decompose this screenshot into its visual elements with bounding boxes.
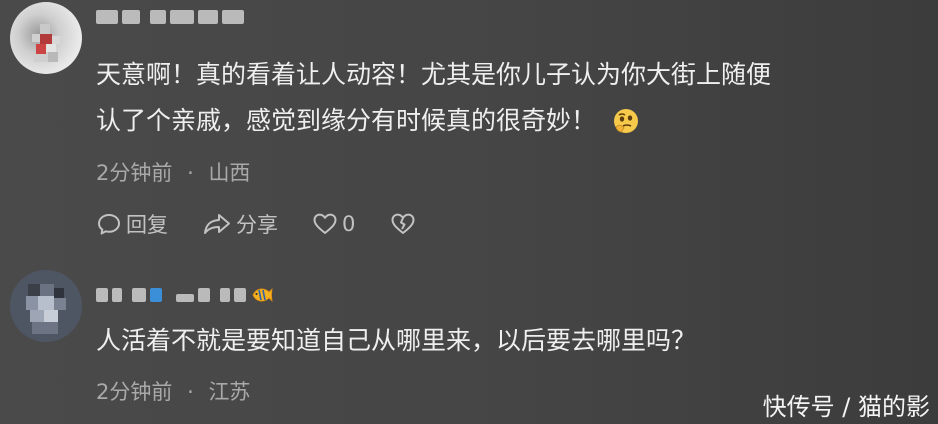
reply-icon <box>98 214 120 235</box>
broken-heart-icon <box>391 213 415 234</box>
comment-meta: 2分钟前 · 江苏 <box>96 376 250 406</box>
comment-time: 2分钟前 <box>96 380 173 404</box>
username-blur <box>170 10 194 24</box>
comment-text-line-content: 认了个亲戚，感觉到缘分有时候真的很奇妙！ <box>96 106 597 135</box>
share-label: 分享 <box>236 213 278 237</box>
username-blur <box>150 288 162 302</box>
username-blur <box>150 10 166 24</box>
username[interactable] <box>96 284 274 306</box>
username-blur <box>198 10 218 24</box>
username-blur <box>222 10 244 24</box>
username-blur <box>176 294 194 302</box>
username-blur <box>122 10 140 24</box>
share-icon <box>204 214 230 234</box>
username[interactable] <box>96 6 244 28</box>
meta-separator: · <box>187 161 194 185</box>
comment-text-line: 认了个亲戚，感觉到缘分有时候真的很奇妙！ <box>96 98 771 144</box>
reply-label: 回复 <box>126 213 168 237</box>
comment-location: 山西 <box>208 161 251 185</box>
comment-text-line: 天意啊！真的看着让人动容！尤其是你儿子认为你大街上随便 <box>96 60 772 89</box>
comment-item: 天意啊！真的看着让人动容！尤其是你儿子认为你大街上随便 认了个亲戚，感觉到缘分有… <box>0 0 938 250</box>
comment-text: 人活着不就是要知道自己从哪里来，以后要去哪里吗？ <box>96 318 696 364</box>
meta-separator: · <box>187 380 194 404</box>
heart-icon <box>313 213 337 234</box>
watermark: 快传号 / 猫的影 <box>762 393 930 421</box>
username-blur <box>132 288 146 302</box>
username-blur <box>220 288 230 302</box>
username-blur <box>234 288 246 302</box>
comment-location: 江苏 <box>208 380 251 404</box>
username-blur <box>112 288 122 302</box>
share-button[interactable]: 分享 <box>202 209 312 239</box>
thinking-face-emoji-icon <box>614 109 639 133</box>
username-blur <box>96 288 108 302</box>
comment-text-line: 人活着不就是要知道自己从哪里来，以后要去哪里吗？ <box>96 326 697 355</box>
avatar[interactable] <box>10 270 82 342</box>
comment-time: 2分钟前 <box>96 161 173 185</box>
username-blur <box>96 10 118 24</box>
avatar[interactable] <box>10 2 82 74</box>
comment-actions: 回复 分享 0 <box>96 210 416 238</box>
comment-meta: 2分钟前 · 山西 <box>96 157 250 187</box>
like-button[interactable]: 0 <box>312 211 390 237</box>
like-count: 0 <box>342 212 356 236</box>
dislike-button[interactable] <box>390 211 416 237</box>
avatar-image <box>32 24 60 62</box>
username-blur <box>198 288 210 302</box>
fish-badge-icon <box>252 287 273 303</box>
comment-text: 天意啊！真的看着让人动容！尤其是你儿子认为你大街上随便 认了个亲戚，感觉到缘分有… <box>96 52 771 144</box>
avatar-image <box>10 270 82 342</box>
reply-button[interactable]: 回复 <box>96 209 202 239</box>
